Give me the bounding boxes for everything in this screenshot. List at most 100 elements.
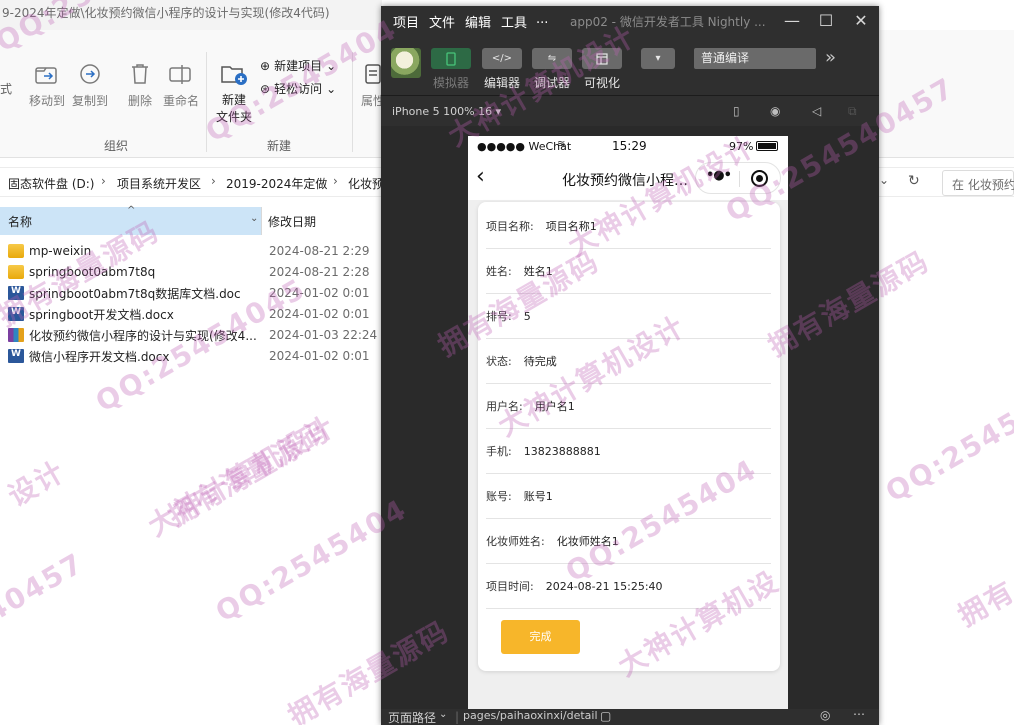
- field-label: 化妆师姓名:: [486, 535, 545, 548]
- archive-icon: [8, 328, 24, 342]
- column-name[interactable]: ^ 名称 ⌄: [0, 205, 262, 235]
- field-label: 手机:: [486, 445, 512, 458]
- menu-tools[interactable]: 工具: [501, 12, 527, 31]
- page-path-label[interactable]: 页面路径: [388, 709, 436, 725]
- avatar[interactable]: [391, 48, 421, 78]
- detail-row: 化妆师姓名: 化妆师姓名1: [486, 519, 771, 564]
- folder-icon: [8, 244, 24, 258]
- ribbon-divider: [352, 52, 353, 152]
- organize-group-label: 组织: [104, 139, 129, 153]
- phone-screen: ●●●●● WeChat ≋ 15:29 97% ‹ 化妆预约微信小程序... …: [468, 136, 788, 711]
- menu-file[interactable]: 文件: [429, 12, 455, 31]
- file-name: 微信小程序开发文档.docx: [29, 349, 170, 364]
- close-icon[interactable]: ✕: [851, 11, 871, 31]
- double-chevron-right-icon[interactable]: »: [825, 47, 836, 68]
- code-icon: </>: [482, 48, 522, 69]
- chevron-right-icon: ›: [333, 174, 338, 188]
- menu-edit[interactable]: 编辑: [465, 12, 491, 31]
- speaker-icon[interactable]: ◁: [812, 104, 821, 118]
- detail-row: 排号: 5: [486, 294, 771, 339]
- rename-button[interactable]: 重命名: [163, 60, 199, 109]
- refresh-icon[interactable]: ↻: [908, 173, 920, 189]
- debugger-button[interactable]: ⇋ 调试器: [532, 48, 572, 91]
- move-to-button[interactable]: 移动到: [29, 60, 65, 109]
- field-label: 状态:: [486, 355, 512, 368]
- mini-program-capsule: •●•: [695, 162, 781, 194]
- field-value: 姓名1: [523, 265, 553, 278]
- file-row[interactable]: springboot0abm7t8q数据库文档.doc 2024-01-02 0…: [8, 283, 382, 303]
- phone-outline-icon[interactable]: ▯: [733, 104, 740, 118]
- word-doc-icon: [8, 286, 24, 300]
- field-value: 项目名称1: [545, 220, 597, 233]
- back-arrow-icon[interactable]: ‹: [476, 164, 485, 190]
- chevron-down-icon[interactable]: ⌄: [879, 173, 889, 187]
- file-row[interactable]: springboot开发文档.docx 2024-01-02 0:01: [8, 304, 382, 324]
- editor-button[interactable]: </> 编辑器: [482, 48, 522, 91]
- watermark: QQ:25454: [880, 393, 1014, 509]
- breadcrumb-projects[interactable]: 项目系统开发区: [117, 175, 201, 192]
- compile-mode-select[interactable]: 普通编译: [694, 48, 816, 69]
- field-value: 2024-08-21 15:25:40: [545, 579, 663, 593]
- window-icon[interactable]: ⧉: [848, 104, 857, 119]
- file-name: mp-weixin: [29, 244, 92, 258]
- ribbon-partial-label: 式: [0, 82, 13, 96]
- mode-dropdown[interactable]: ▾: [641, 48, 675, 69]
- devtools-statusbar: 页面路径 ⌄ | pages/paihaoxinxi/detail ▢ ◎ ⋯: [381, 707, 879, 725]
- watermark: 设计: [2, 454, 71, 513]
- wifi-icon: ≋: [557, 139, 566, 150]
- file-row[interactable]: mp-weixin 2024-08-21 2:29: [8, 241, 382, 261]
- field-value: 5: [523, 309, 531, 323]
- simulator-label: 模拟器: [432, 76, 469, 90]
- menu-more[interactable]: ...: [536, 12, 548, 27]
- device-selector[interactable]: iPhone 5 100% 16 ▾: [392, 105, 501, 118]
- file-date: 2024-01-02 0:01: [269, 286, 370, 300]
- watermark: 拥有海量源码: [162, 414, 335, 533]
- new-folder-button[interactable]: 新建 文件夹: [216, 60, 252, 126]
- file-row[interactable]: springboot0abm7t8q 2024-08-21 2:28: [8, 262, 382, 282]
- detail-row: 项目时间: 2024-08-21 15:25:40: [486, 564, 771, 609]
- rename-label: 重命名: [163, 94, 200, 108]
- complete-button[interactable]: 完成: [501, 620, 580, 654]
- breadcrumb-custom[interactable]: 2019-2024年定做: [226, 175, 327, 192]
- file-row[interactable]: 微信小程序开发文档.docx 2024-01-02 0:01: [8, 346, 382, 366]
- explorer-window-title: 9-2024年定做\化妆预约微信小程序的设计与实现(修改4代码): [0, 0, 382, 30]
- breadcrumb-drive[interactable]: 固态软件盘 (D:): [8, 175, 94, 192]
- chevron-down-icon[interactable]: ⌄: [250, 213, 258, 224]
- close-target-icon[interactable]: [751, 170, 768, 187]
- more-dots-icon[interactable]: •●•: [706, 168, 732, 183]
- copy-to-button[interactable]: 复制到: [72, 60, 108, 109]
- field-label: 排号:: [486, 310, 512, 323]
- minimize-icon[interactable]: —: [782, 11, 802, 31]
- capsule-divider: [739, 171, 740, 187]
- simulator-button[interactable]: 模拟器: [431, 48, 471, 91]
- field-value: 13823888881: [523, 444, 601, 458]
- record-icon[interactable]: ◉: [770, 104, 780, 118]
- column-date[interactable]: 修改日期: [268, 207, 316, 235]
- file-name: 化妆预约微信小程序的设计与实现(修改4...: [29, 328, 257, 343]
- devtools-window: 项目 文件 编辑 工具 ... app02 - 微信开发者工具 Nightly …: [381, 6, 879, 725]
- new-group-label: 新建: [267, 139, 292, 153]
- breadcrumb-current[interactable]: 化妆预: [348, 175, 384, 192]
- phone-icon: [431, 48, 471, 69]
- field-label: 姓名:: [486, 265, 512, 278]
- maximize-icon[interactable]: ☐: [816, 11, 836, 31]
- new-item-button[interactable]: ⊕ 新建项目 ⌄: [260, 57, 336, 74]
- file-row[interactable]: 化妆预约微信小程序的设计与实现(修改4... 2024-01-03 22:24: [8, 325, 382, 345]
- search-box[interactable]: 在 化妆预约: [942, 170, 1014, 196]
- easy-access-button[interactable]: ⊛ 轻松访问 ⌄: [260, 80, 336, 97]
- eye-icon[interactable]: ◎: [820, 708, 830, 722]
- move-folder-icon: [33, 60, 61, 88]
- copy-icon[interactable]: ▢: [600, 709, 611, 723]
- chevron-right-icon: ›: [101, 174, 106, 188]
- menu-project[interactable]: 项目: [393, 12, 419, 31]
- visualize-button[interactable]: 可视化: [582, 48, 622, 91]
- delete-button[interactable]: 删除: [126, 60, 154, 109]
- battery-label: 97%: [729, 140, 754, 153]
- page-path-value: pages/paihaoxinxi/detail: [463, 709, 598, 722]
- move-to-label: 移动到: [29, 94, 66, 108]
- debug-toggle-icon: ⇋: [532, 48, 572, 69]
- search-input[interactable]: 在 化妆预约: [952, 176, 1014, 193]
- editor-label: 编辑器: [483, 76, 520, 90]
- more-icon[interactable]: ⋯: [853, 707, 865, 721]
- chevron-down-icon[interactable]: ⌄: [439, 709, 447, 720]
